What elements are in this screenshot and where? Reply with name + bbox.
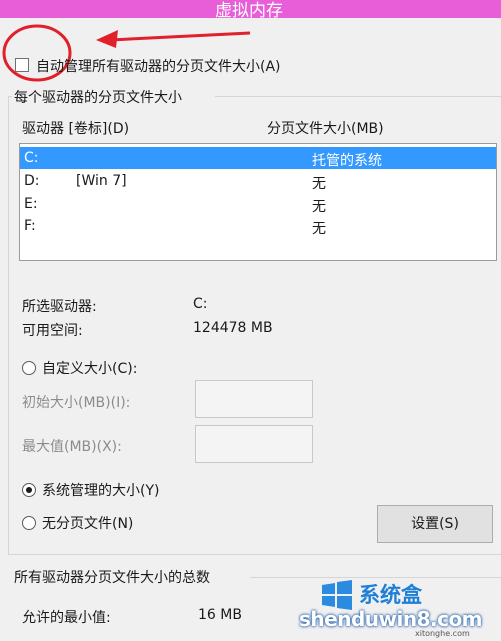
list-item[interactable]: F: 无 [20, 215, 496, 237]
group-border [215, 96, 501, 97]
no-paging-radio[interactable] [22, 516, 36, 530]
drive-list[interactable]: C: 托管的系统 D: [Win 7] 无 E: 无 F: 无 [19, 143, 497, 261]
drive-paging-size: 无 [312, 176, 326, 192]
auto-manage-label[interactable]: 自动管理所有驱动器的分页文件大小(A) [36, 56, 281, 76]
list-item[interactable]: E: 无 [20, 193, 496, 215]
drive-paging-size: 无 [312, 221, 326, 237]
watermark-domain: shenduwin8.com [299, 607, 483, 631]
max-size-label: 最大值(MB)(X): [22, 439, 122, 455]
drive-paging-size: 托管的系统 [312, 153, 382, 169]
custom-size-label[interactable]: 自定义大小(C): [42, 358, 137, 378]
custom-size-radio[interactable] [22, 361, 36, 375]
group-border [8, 554, 501, 555]
free-space-label: 可用空间: [22, 323, 83, 339]
list-item[interactable]: C: 托管的系统 [20, 147, 496, 169]
selected-drive-value: C: [193, 296, 208, 312]
list-item[interactable]: D: [Win 7] 无 [20, 170, 496, 192]
watermark-brand: 系统盒 [359, 583, 422, 607]
drive-letter: F: [24, 218, 36, 234]
watermark: 系统盒 shenduwin8.com xitonghe.com [297, 577, 497, 639]
drive-letter: E: [24, 196, 38, 212]
drive-volume-label: [Win 7] [76, 173, 127, 189]
per-drive-group-title: 每个驱动器的分页文件大小 [14, 90, 182, 106]
max-size-input[interactable] [195, 425, 313, 463]
min-allowed-label: 允许的最小值: [22, 610, 111, 626]
group-border [8, 96, 9, 554]
min-allowed-value: 16 MB [198, 607, 242, 623]
total-group-title: 所有驱动器分页文件大小的总数 [14, 570, 210, 586]
free-space-value: 124478 MB [193, 320, 273, 336]
auto-manage-checkbox[interactable] [15, 58, 29, 72]
column-header-drive[interactable]: 驱动器 [卷标](D) [22, 118, 129, 138]
drive-letter: C: [24, 150, 39, 166]
system-managed-label[interactable]: 系统管理的大小(Y) [42, 480, 159, 500]
drive-paging-size: 无 [312, 199, 326, 215]
drive-letter: D: [24, 173, 40, 189]
no-paging-label[interactable]: 无分页文件(N) [42, 513, 133, 533]
initial-size-label: 初始大小(MB)(I): [22, 395, 131, 411]
selected-drive-label: 所选驱动器: [22, 299, 97, 315]
watermark-sub: xitonghe.com [415, 629, 470, 638]
system-managed-radio[interactable] [22, 483, 36, 497]
initial-size-input[interactable] [195, 380, 313, 418]
set-button[interactable]: 设置(S) [377, 505, 493, 543]
column-header-size[interactable]: 分页文件大小(MB) [267, 118, 384, 138]
